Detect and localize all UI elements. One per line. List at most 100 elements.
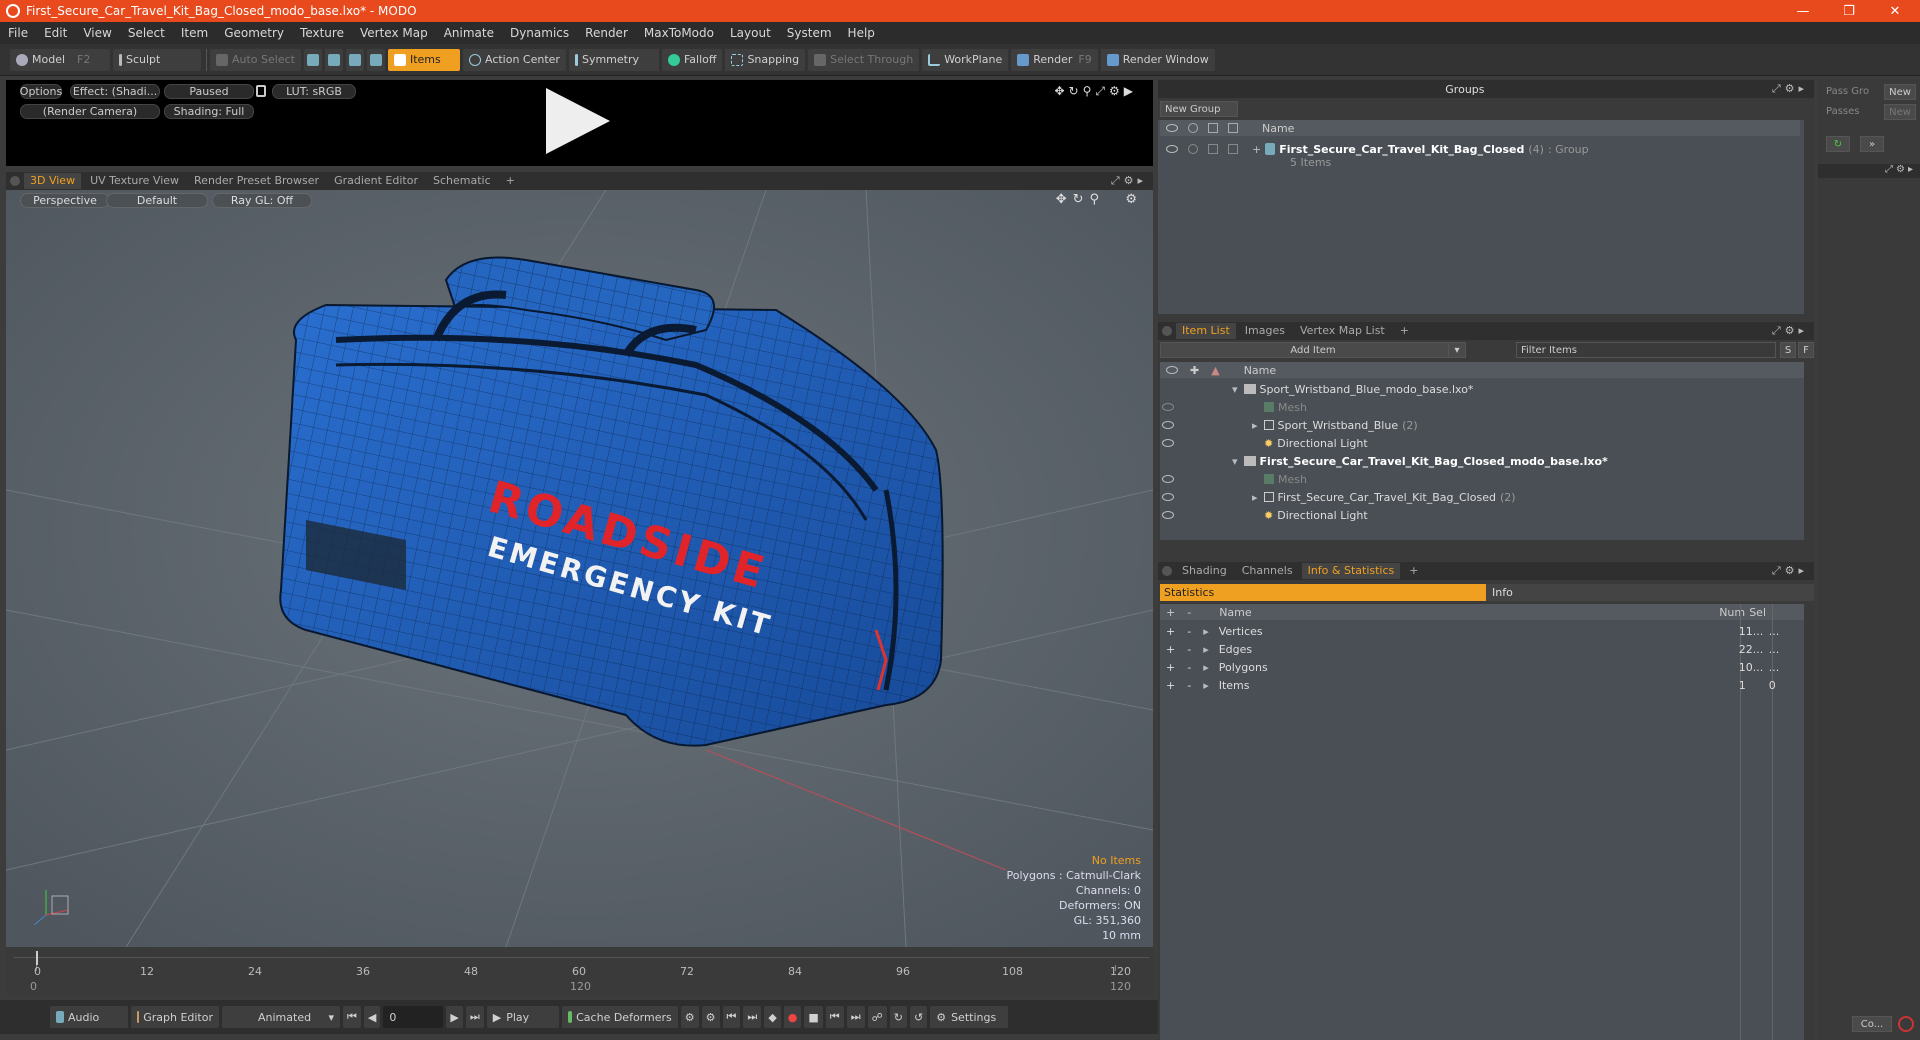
cache-deformers-button[interactable]: Cache Deformers bbox=[561, 1006, 678, 1028]
menu-vertex-map[interactable]: Vertex Map bbox=[352, 26, 436, 40]
falloff-button[interactable]: Falloff bbox=[661, 48, 723, 71]
vertices-mode-button[interactable] bbox=[303, 48, 322, 71]
tab-schematic[interactable]: Schematic bbox=[427, 173, 497, 189]
filter-items-input[interactable]: Filter Items bbox=[1516, 342, 1776, 358]
remove-icon[interactable]: - bbox=[1187, 643, 1191, 656]
select-through-button[interactable]: Select Through bbox=[808, 48, 920, 71]
collapse-icon[interactable]: ▾ bbox=[1232, 455, 1238, 468]
panel-options-icons[interactable]: ⤢⚙▸ bbox=[1818, 164, 1920, 178]
key-icon[interactable]: ◆ bbox=[764, 1006, 781, 1028]
info-tab[interactable]: Info bbox=[1486, 584, 1814, 601]
expand-icon[interactable]: ▸ bbox=[1203, 679, 1209, 692]
menu-geometry[interactable]: Geometry bbox=[216, 26, 292, 40]
play-button[interactable]: ▶ Play bbox=[486, 1006, 559, 1028]
play-icon[interactable] bbox=[546, 88, 610, 154]
menu-dynamics[interactable]: Dynamics bbox=[502, 26, 577, 40]
tab-gradient-editor[interactable]: Gradient Editor bbox=[328, 173, 424, 189]
lock-icon[interactable] bbox=[256, 85, 266, 97]
key-frame-icon[interactable]: ■ bbox=[804, 1006, 823, 1028]
new-group-button[interactable]: New Group bbox=[1160, 101, 1238, 117]
item-row[interactable]: ▾ Sport_Wristband_Blue_modo_base.lxo* bbox=[1232, 380, 1473, 398]
filter-f-button[interactable]: F bbox=[1798, 342, 1814, 358]
eye-icon[interactable] bbox=[1162, 475, 1174, 483]
add-icon[interactable]: + bbox=[1166, 625, 1175, 638]
groups-list[interactable]: Name + First_Secure_Car_Travel_Kit_Bag_C… bbox=[1158, 120, 1804, 314]
eye-icon[interactable] bbox=[1162, 493, 1174, 501]
tab-images[interactable]: Images bbox=[1239, 323, 1291, 339]
materials-mode-button[interactable] bbox=[366, 48, 385, 71]
groups-panel-icons[interactable]: ⤢⚙▸ bbox=[1772, 82, 1808, 96]
eye-icon[interactable] bbox=[1162, 439, 1174, 447]
lock-toggle-icon[interactable] bbox=[1208, 144, 1218, 154]
render-window-button[interactable]: Render Window bbox=[1100, 48, 1215, 71]
expand-icon[interactable]: ▸ bbox=[1252, 419, 1258, 432]
next-key-icon[interactable]: ⏭ bbox=[743, 1006, 762, 1028]
shading-dropdown[interactable]: Shading: Full bbox=[164, 104, 254, 119]
remove-icon[interactable]: - bbox=[1187, 679, 1191, 692]
lut-dropdown[interactable]: LUT: sRGB bbox=[272, 84, 356, 99]
tab-channels[interactable]: Channels bbox=[1236, 563, 1299, 579]
model-mode-button[interactable]: Model F2 bbox=[10, 48, 110, 71]
render-toggle-icon[interactable] bbox=[1188, 144, 1198, 154]
filter-s-button[interactable]: S bbox=[1780, 342, 1796, 358]
record-icon[interactable]: ● bbox=[783, 1006, 802, 1028]
tab-render-preset-browser[interactable]: Render Preset Browser bbox=[188, 173, 325, 189]
add-item-button[interactable]: Add Item bbox=[1160, 342, 1466, 358]
settings-button[interactable]: ⚙ Settings bbox=[930, 1006, 1009, 1028]
symmetry-button[interactable]: Symmetry bbox=[568, 48, 659, 71]
command-button[interactable]: Co... bbox=[1852, 1016, 1892, 1032]
menu-select[interactable]: Select bbox=[120, 26, 173, 40]
auto-select-button[interactable]: Auto Select bbox=[210, 48, 301, 71]
tab-uv-texture-view[interactable]: UV Texture View bbox=[84, 173, 185, 189]
eye-icon[interactable] bbox=[1162, 511, 1174, 519]
collapse-all-icon[interactable]: - bbox=[1187, 606, 1191, 619]
menu-layout[interactable]: Layout bbox=[722, 26, 779, 40]
workplane-button[interactable]: WorkPlane bbox=[922, 48, 1009, 71]
menu-file[interactable]: File bbox=[0, 26, 36, 40]
expand-icon[interactable]: ▸ bbox=[1203, 625, 1209, 638]
current-frame-field[interactable]: 0 bbox=[383, 1006, 444, 1028]
item-row[interactable]: ▾ First_Secure_Car_Travel_Kit_Bag_Closed… bbox=[1232, 452, 1608, 470]
add-icon[interactable]: + bbox=[1166, 679, 1175, 692]
panel-options-icons[interactable]: ⤢⚙▸ bbox=[1111, 174, 1147, 188]
stat-row-polygons[interactable]: + - ▸ Polygons 10...... bbox=[1160, 658, 1800, 676]
remove-icon[interactable]: - bbox=[1187, 661, 1191, 674]
item-row[interactable]: ✹ Directional Light bbox=[1162, 506, 1368, 524]
tab-3d-view[interactable]: 3D View bbox=[24, 173, 82, 189]
next-frame-icon[interactable]: ⏭ bbox=[846, 1006, 865, 1028]
tab-item-list[interactable]: Item List bbox=[1176, 323, 1236, 339]
menu-maxtomodo[interactable]: MaxToModo bbox=[636, 26, 722, 40]
close-button[interactable]: ✕ bbox=[1872, 0, 1918, 22]
preview-paused-button[interactable]: Paused bbox=[164, 84, 254, 99]
render-button[interactable]: Render F9 bbox=[1011, 48, 1098, 71]
add-tab-button[interactable]: + bbox=[1403, 563, 1424, 579]
loop-icon[interactable]: ↺ bbox=[909, 1006, 928, 1028]
previous-key-button[interactable]: ◀ bbox=[363, 1006, 381, 1028]
shading-default-dropdown[interactable]: Default bbox=[106, 193, 208, 208]
raygl-toggle[interactable]: Ray GL: Off bbox=[212, 193, 312, 208]
next-key-button[interactable]: ▶ bbox=[446, 1006, 463, 1028]
item-row[interactable]: Mesh bbox=[1162, 398, 1307, 416]
go-to-start-button[interactable]: ⏮ bbox=[343, 1006, 361, 1028]
polygons-mode-button[interactable] bbox=[345, 48, 364, 71]
sync-icon[interactable]: ↻ bbox=[889, 1006, 907, 1028]
remove-icon[interactable]: - bbox=[1187, 625, 1191, 638]
expand-icon[interactable]: ▸ bbox=[1203, 661, 1209, 674]
item-row[interactable]: ▸ Sport_Wristband_Blue (2) bbox=[1162, 416, 1418, 434]
statistics-tab[interactable]: Statistics bbox=[1160, 584, 1486, 601]
stop-icon[interactable] bbox=[1898, 1016, 1914, 1032]
add-item-dropdown[interactable]: ▾ bbox=[1448, 342, 1466, 358]
go-to-end-button[interactable]: ⏭ bbox=[465, 1006, 484, 1028]
eye-icon[interactable] bbox=[1166, 145, 1178, 153]
animated-dropdown[interactable]: Animated ▾ bbox=[222, 1006, 340, 1028]
playhead[interactable] bbox=[36, 951, 38, 965]
item-row[interactable]: ▸ First_Secure_Car_Travel_Kit_Bag_Closed(… bbox=[1162, 488, 1516, 506]
eye-icon[interactable] bbox=[1162, 421, 1174, 429]
tab-info-statistics[interactable]: Info & Statistics bbox=[1301, 563, 1401, 579]
items-mode-button[interactable]: Items bbox=[387, 48, 460, 71]
timeline[interactable]: 0 12 24 36 48 60 72 84 96 108 120 0 120 … bbox=[6, 947, 1153, 995]
new-pass-group-button[interactable]: New bbox=[1884, 84, 1916, 100]
add-icon[interactable]: + bbox=[1166, 661, 1175, 674]
menu-animate[interactable]: Animate bbox=[436, 26, 502, 40]
item-row[interactable]: Mesh bbox=[1162, 470, 1307, 488]
